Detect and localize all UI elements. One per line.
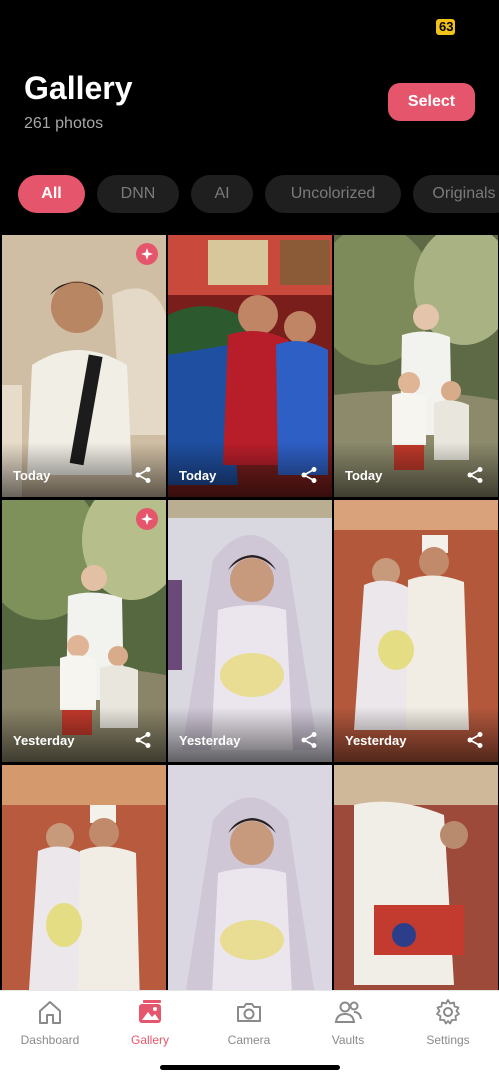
photo-image bbox=[168, 765, 332, 990]
filter-chip-all[interactable]: All bbox=[18, 175, 85, 213]
gallery-icon bbox=[139, 1000, 161, 1023]
page-title: Gallery bbox=[24, 70, 133, 106]
photo-date: Today bbox=[13, 468, 51, 483]
tab-label: Vaults bbox=[331, 1033, 365, 1047]
photo-image bbox=[334, 765, 498, 990]
share-icon[interactable] bbox=[300, 731, 318, 749]
tab-label: Camera bbox=[227, 1033, 271, 1047]
filter-chips: All DNN AI Uncolorized Originals bbox=[18, 175, 499, 213]
photo-tile[interactable] bbox=[2, 765, 166, 990]
tab-label: Gallery bbox=[130, 1033, 169, 1047]
filter-chip-ai[interactable]: AI bbox=[191, 175, 253, 213]
photo-tile[interactable] bbox=[334, 765, 498, 990]
filter-chip-dnn[interactable]: DNN bbox=[97, 175, 179, 213]
gear-icon bbox=[436, 999, 460, 1025]
tab-vaults[interactable]: Vaults bbox=[298, 997, 398, 1047]
photo-image bbox=[2, 765, 166, 990]
share-icon[interactable] bbox=[134, 466, 152, 484]
photo-tile[interactable]: Today bbox=[2, 235, 166, 497]
photo-date: Today bbox=[345, 468, 383, 483]
photo-tile[interactable]: Today bbox=[334, 235, 498, 497]
tab-gallery[interactable]: Gallery bbox=[100, 997, 200, 1047]
share-icon[interactable] bbox=[466, 731, 484, 749]
photo-count: 261 photos bbox=[24, 115, 104, 132]
tab-settings[interactable]: Settings bbox=[398, 997, 498, 1047]
photo-date: Today bbox=[179, 468, 217, 483]
photo-date: Yesterday bbox=[179, 733, 241, 748]
photo-date: Yesterday bbox=[13, 733, 75, 748]
ai-enhanced-badge bbox=[136, 243, 158, 265]
share-icon[interactable] bbox=[134, 731, 152, 749]
tab-dashboard[interactable]: Dashboard bbox=[0, 997, 100, 1047]
photo-tile[interactable]: Yesterday bbox=[168, 500, 332, 762]
photo-tile[interactable]: Yesterday bbox=[334, 500, 498, 762]
camera-icon bbox=[237, 1003, 261, 1022]
photo-tile[interactable] bbox=[168, 765, 332, 990]
filter-chip-uncolorized[interactable]: Uncolorized bbox=[265, 175, 401, 213]
photo-date: Yesterday bbox=[345, 733, 407, 748]
select-button[interactable]: Select bbox=[388, 83, 475, 121]
home-icon bbox=[39, 1001, 61, 1024]
filter-chip-originals[interactable]: Originals bbox=[413, 175, 499, 213]
ai-enhanced-badge bbox=[136, 508, 158, 530]
tab-camera[interactable]: Camera bbox=[199, 997, 299, 1047]
tab-label: Settings bbox=[426, 1033, 470, 1047]
home-indicator[interactable] bbox=[160, 1065, 340, 1070]
tab-label: Dashboard bbox=[20, 1033, 80, 1047]
share-icon[interactable] bbox=[466, 466, 484, 484]
photo-tile[interactable]: Yesterday bbox=[2, 500, 166, 762]
people-icon bbox=[334, 1001, 362, 1023]
share-icon[interactable] bbox=[300, 466, 318, 484]
photo-grid: Today Today Today Yesterday Yesterday Ye… bbox=[0, 233, 499, 990]
status-badge: 63 bbox=[436, 19, 455, 35]
photo-tile[interactable]: Today bbox=[168, 235, 332, 497]
